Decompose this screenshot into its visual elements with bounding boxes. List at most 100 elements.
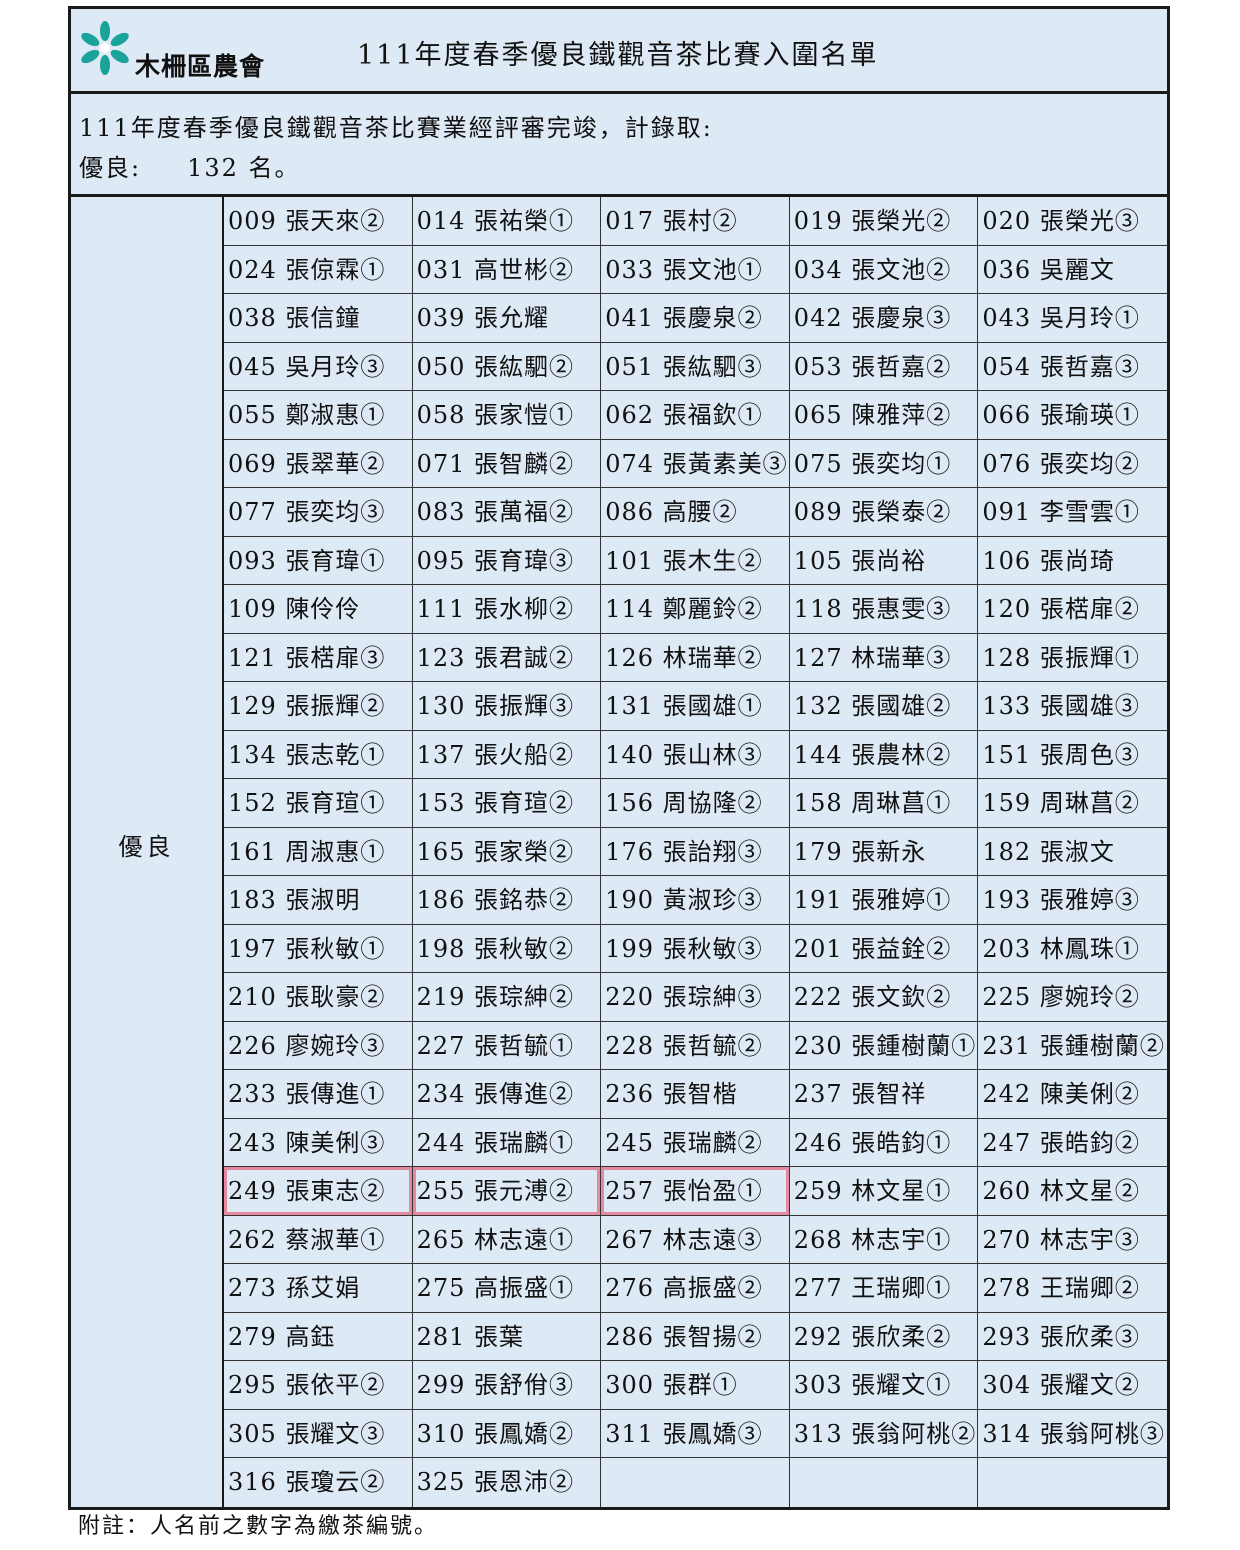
entry-cell: 325 張恩沛② bbox=[413, 1458, 602, 1507]
entry-cell: 091 李雪雲① bbox=[978, 488, 1167, 537]
entry-cell: 109 陳伶伶 bbox=[224, 585, 413, 634]
entry-cell: 210 張耿豪② bbox=[224, 973, 413, 1022]
entry-cell: 014 張祐榮① bbox=[412, 197, 602, 246]
entry-cell: 198 張秋敏② bbox=[412, 924, 602, 973]
entry-cell: 226 廖婉玲③ bbox=[224, 1021, 413, 1070]
entry-cell: 083 張萬福② bbox=[412, 488, 602, 537]
entry-cell: 152 張育瑄① bbox=[224, 779, 413, 828]
entry-cell: 305 張耀文③ bbox=[224, 1409, 413, 1458]
entry-cell: 019 張榮光② bbox=[789, 197, 979, 246]
entry-cell: 077 張奕均③ bbox=[224, 488, 413, 537]
entry-cell: 165 張家榮② bbox=[412, 827, 602, 876]
entry-cell: 270 林志宇③ bbox=[978, 1216, 1167, 1264]
entry-cell: 273 孫艾娟 bbox=[224, 1264, 413, 1313]
highlighted-entry-cell: 249 張東志② bbox=[224, 1167, 413, 1216]
entry-cell: 236 張智楷 bbox=[601, 1070, 790, 1119]
entry-cell: 132 張國雄② bbox=[789, 682, 979, 731]
entry-cell: 159 周琳菖② bbox=[978, 779, 1167, 828]
entry-cell: 179 張新永 bbox=[789, 827, 979, 876]
entry-cell: 043 吳月玲① bbox=[978, 294, 1167, 343]
highlighted-entry-cell: 257 張怡盈① bbox=[601, 1167, 790, 1216]
entry-cell: 140 張山林③ bbox=[601, 730, 790, 779]
footnote: 附註：人名前之數字為繳茶編號。 bbox=[78, 1514, 439, 1539]
entry-cell: 120 張楛扉② bbox=[978, 585, 1167, 634]
entry-cell: 133 張國雄③ bbox=[978, 682, 1167, 731]
entry-cell: 128 張振輝① bbox=[978, 634, 1167, 682]
entry-cell: 314 張翁阿桃③ bbox=[978, 1410, 1167, 1458]
entry-cell: 076 張奕均② bbox=[978, 440, 1167, 488]
entry-cell: 277 王瑞卿① bbox=[789, 1264, 979, 1313]
entry-cell: 054 張哲嘉③ bbox=[978, 343, 1167, 391]
entry-cell: 050 張紘駟② bbox=[412, 342, 602, 391]
entry-cell: 156 周協隆② bbox=[601, 779, 790, 828]
entry-cell: 071 張智麟② bbox=[412, 439, 602, 488]
entry-cell: 118 張惠雯③ bbox=[789, 585, 979, 634]
entry-cell: 074 張黃素美③ bbox=[601, 439, 790, 488]
entry-cell: 065 陳雅萍② bbox=[789, 391, 979, 440]
entry-cell: 069 張翠華② bbox=[224, 439, 413, 488]
entry-cell: 134 張志乾① bbox=[224, 730, 413, 779]
entry-cell: 126 林瑞華② bbox=[601, 633, 790, 682]
entry-cell: 129 張振輝② bbox=[224, 682, 413, 731]
entry-cell: 095 張育瑋③ bbox=[412, 536, 602, 585]
entry-cell: 024 張倞霖① bbox=[224, 245, 413, 294]
entry-cell: 045 吳月玲③ bbox=[224, 342, 413, 391]
entry-cell: 039 張允耀 bbox=[412, 294, 602, 343]
entry-cell: 130 張振輝③ bbox=[412, 682, 602, 731]
entry-cell: 123 張君誠② bbox=[412, 633, 602, 682]
entry-cell: 053 張哲嘉② bbox=[789, 342, 979, 391]
highlighted-entry-cell: 255 張元溥② bbox=[412, 1167, 602, 1216]
entry-cell: 303 張耀文① bbox=[789, 1361, 979, 1410]
entry-cell: 259 林文星① bbox=[789, 1167, 979, 1216]
entry-cell: 086 高腰② bbox=[601, 488, 790, 537]
entry-cell: 041 張慶泉② bbox=[601, 294, 790, 343]
org-name: 木柵區農會 bbox=[135, 52, 266, 81]
entry-cell: 127 林瑞華③ bbox=[789, 633, 979, 682]
entry-cell: 042 張慶泉③ bbox=[789, 294, 979, 343]
entry-cell: 038 張信鐘 bbox=[224, 294, 413, 343]
entry-cell: 182 張淑文 bbox=[978, 828, 1167, 876]
entry-cell: 276 高振盛② bbox=[601, 1264, 790, 1313]
count-line: 優良: 132 名。 bbox=[79, 148, 1167, 188]
entry-cell: 227 張哲毓① bbox=[412, 1021, 602, 1070]
entry-cell: 247 張皓鈞② bbox=[978, 1119, 1167, 1167]
entry-cell: 245 張瑞麟② bbox=[601, 1118, 790, 1167]
entry-cell: 243 陳美俐③ bbox=[224, 1118, 413, 1167]
entry-cell: 186 張銘恭② bbox=[412, 876, 602, 925]
entry-cell bbox=[978, 1458, 1167, 1507]
entry-cell: 278 王瑞卿② bbox=[978, 1264, 1167, 1313]
entry-cell: 295 張依平② bbox=[224, 1361, 413, 1410]
entry-cell: 279 高鈺 bbox=[224, 1312, 413, 1361]
entry-cell: 313 張翁阿桃② bbox=[789, 1409, 979, 1458]
entry-cell: 292 張欣柔② bbox=[789, 1312, 979, 1361]
entry-cell: 230 張鍾樹蘭① bbox=[789, 1021, 979, 1070]
entry-cell: 093 張育瑋① bbox=[224, 536, 413, 585]
entry-cell: 089 張榮泰② bbox=[789, 488, 979, 537]
entry-cell: 222 張文欽② bbox=[789, 973, 979, 1022]
entry-cell bbox=[601, 1458, 790, 1507]
entry-cell: 237 張智祥 bbox=[789, 1070, 979, 1119]
entry-cell: 286 張智揚② bbox=[601, 1312, 790, 1361]
entry-cell: 017 張村② bbox=[601, 197, 790, 246]
entry-cell: 151 張周色③ bbox=[978, 731, 1167, 779]
entry-cell: 121 張楛扉③ bbox=[224, 633, 413, 682]
entry-cell: 009 張天來② bbox=[224, 197, 413, 246]
count-label: 優良: bbox=[79, 154, 142, 182]
entry-cell: 244 張瑞麟① bbox=[412, 1118, 602, 1167]
entry-cell bbox=[790, 1458, 979, 1507]
entry-cell: 020 張榮光③ bbox=[978, 197, 1167, 246]
entry-cell: 114 鄭麗鈴② bbox=[601, 585, 790, 634]
header: 木柵區農會 111年度春季優良鐵觀音茶比賽入圍名單 bbox=[71, 9, 1167, 94]
entry-cell: 316 張瓊云② bbox=[224, 1458, 413, 1507]
entry-cell: 242 陳美俐② bbox=[978, 1070, 1167, 1119]
entry-cell: 161 周淑惠① bbox=[224, 827, 413, 876]
entry-cell: 193 張雅婷③ bbox=[978, 876, 1167, 925]
entry-cell: 036 吳麗文 bbox=[978, 246, 1167, 294]
entry-cell: 311 張鳳嬌③ bbox=[601, 1409, 790, 1458]
entry-cell: 106 張尚琦 bbox=[978, 537, 1167, 585]
entry-cell: 191 張雅婷① bbox=[789, 876, 979, 925]
entry-cell: 228 張哲毓② bbox=[601, 1021, 790, 1070]
entry-cell: 153 張育瑄② bbox=[412, 779, 602, 828]
category-label: 優良 bbox=[71, 197, 224, 1507]
entry-cell: 203 林鳳珠① bbox=[978, 925, 1167, 973]
